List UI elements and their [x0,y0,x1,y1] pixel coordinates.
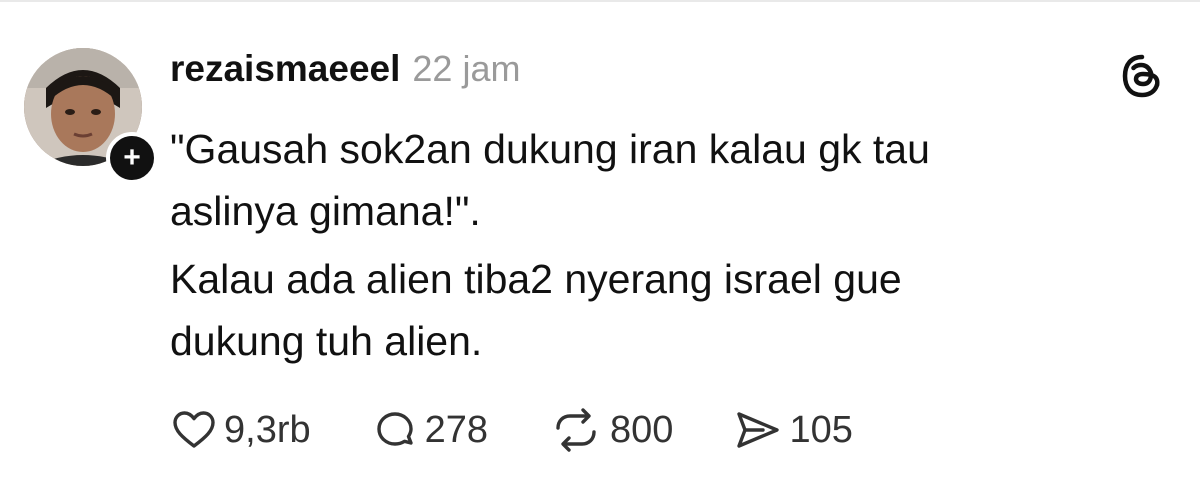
share-button[interactable]: 105 [733,406,853,454]
thread-post: + rezaismaeeel 22 jam "Gausah sok2an duk… [0,0,1200,491]
reply-count: 278 [424,408,489,451]
repost-count: 800 [610,408,674,451]
send-icon [737,412,780,448]
post-header: rezaismaeeel 22 jam [170,48,520,98]
username[interactable]: rezaismaeeel [170,48,400,90]
heart-icon [173,411,215,448]
like-button[interactable]: 9,3rb [170,406,311,454]
reply-button[interactable]: 278 [371,406,488,454]
post-body: "Gausah sok2an dukung iran kalau gk tau … [170,118,1160,378]
post-paragraph-1: "Gausah sok2an dukung iran kalau gk tau … [170,126,930,234]
follow-plus-button[interactable]: + [106,132,158,184]
avatar-container: + [24,48,158,184]
repost-icon [556,408,596,452]
share-count: 105 [789,408,853,451]
like-count: 9,3rb [224,408,311,451]
action-bar: 9,3rb 278 800 105 [170,400,913,460]
timestamp: 22 jam [412,48,521,89]
comment-icon [376,412,413,446]
post-paragraph-2: Kalau ada alien tiba2 nyerang israel gue… [170,256,902,364]
repost-button[interactable]: 800 [548,406,673,454]
threads-logo-icon[interactable] [1118,52,1166,100]
